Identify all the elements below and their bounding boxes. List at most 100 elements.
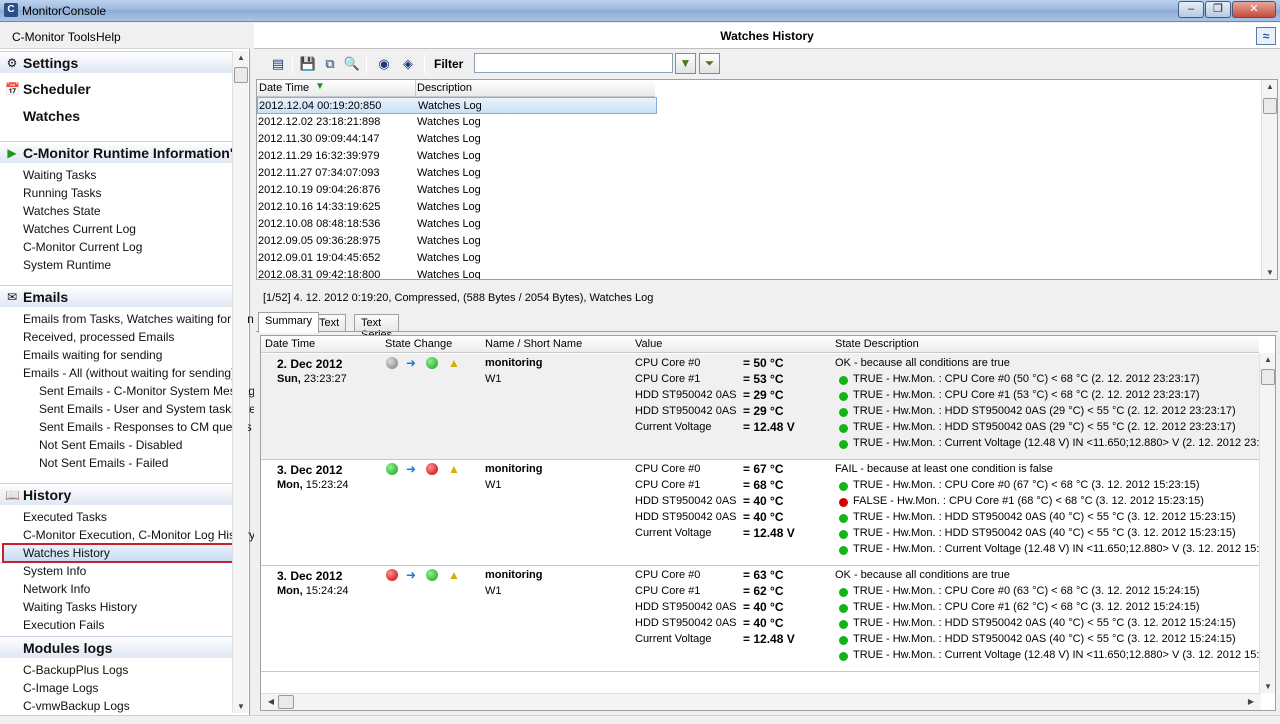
log-row[interactable]: 2012.10.19 09:04:26:876 Watches Log [257, 182, 657, 199]
scroll-right-arrow-icon[interactable]: ▶ [1243, 697, 1259, 706]
nav-sent-system-message[interactable]: Sent Emails - C-Monitor System Message [39, 384, 262, 398]
log-row[interactable]: 2012.11.30 09:09:44:147 Watches Log [257, 131, 657, 148]
nav-received-emails[interactable]: Received, processed Emails [23, 330, 174, 344]
nav-emails-all[interactable]: Emails - All (without waiting for sendin… [23, 366, 235, 380]
close-button[interactable]: ✕ [1232, 1, 1276, 18]
nav-watches-history[interactable]: Watches History [23, 546, 110, 560]
column-date-time[interactable]: Date Time [259, 82, 309, 94]
preview-icon[interactable]: 🔍 [342, 54, 362, 74]
minimize-button[interactable]: – [1178, 1, 1204, 18]
nav-running-tasks[interactable]: Running Tasks [23, 186, 102, 200]
summary-record[interactable]: 3. Dec 2012 Mon, 15:23:24 ➜ ▲ monitoring… [261, 460, 1266, 566]
condition-green-dot-icon [839, 440, 848, 449]
section-history[interactable]: 📖 History [0, 483, 232, 505]
scrollbar-thumb[interactable] [278, 695, 294, 709]
nav-watches-state[interactable]: Watches State [23, 204, 101, 218]
log-row[interactable]: 2012.10.16 14:33:19:625 Watches Log [257, 199, 657, 216]
log-row[interactable]: 2012.12.04 00:19:20:850 Watches Log [257, 97, 657, 114]
summary-horizontal-scrollbar[interactable]: ◀ ▶ [261, 693, 1261, 710]
nav-c-image-logs[interactable]: C-Image Logs [23, 681, 98, 695]
state-change-icons: ➜ ▲ [386, 569, 466, 583]
nav-system-runtime[interactable]: System Runtime [23, 258, 111, 272]
tab-text-series[interactable]: Text Series [354, 314, 400, 341]
column-state-description[interactable]: State Description [835, 338, 919, 350]
log-row[interactable]: 2012.10.08 08:48:18:536 Watches Log [257, 216, 657, 233]
value-label: HDD ST950042 0AS [635, 405, 737, 417]
nav-watches-current-log[interactable]: Watches Current Log [23, 222, 136, 236]
nav-sent-user-tasks[interactable]: Sent Emails - User and System tasks Res [39, 402, 262, 416]
scrollbar-thumb[interactable] [1263, 98, 1277, 114]
scrollbar-thumb[interactable] [234, 67, 248, 83]
watch-name: monitoring [485, 357, 543, 369]
nav-not-sent-disabled[interactable]: Not Sent Emails - Disabled [39, 438, 182, 452]
log-row[interactable]: 2012.09.01 19:04:45:652 Watches Log [257, 250, 657, 267]
find-icon[interactable]: ◉ [374, 54, 394, 74]
menu-help[interactable]: Help [96, 30, 121, 44]
copy-icon[interactable]: ⧉ [320, 54, 340, 74]
tab-summary[interactable]: Summary [258, 312, 320, 333]
column-value[interactable]: Value [635, 338, 662, 350]
watch-short-name: W1 [485, 479, 502, 491]
value-label: Current Voltage [635, 527, 712, 539]
column-description[interactable]: Description [417, 82, 472, 94]
condition-text: TRUE - Hw.Mon. : HDD ST950042 0AS (40 °C… [853, 527, 1236, 539]
nav-execution-fails[interactable]: Execution Fails [23, 618, 104, 632]
log-row[interactable]: 2012.08.31 09:42:18:800 Watches Log [257, 267, 657, 279]
report-icon[interactable]: ▤ [268, 54, 288, 74]
maximize-button[interactable]: ❐ [1205, 1, 1231, 18]
find-next-icon[interactable]: ◈ [398, 54, 418, 74]
log-row[interactable]: 2012.11.27 07:34:07:093 Watches Log [257, 165, 657, 182]
value-reading: = 53 °C [743, 372, 784, 386]
summary-record[interactable]: 2. Dec 2012 Sun, 23:23:27 ➜ ▲ monitoring… [261, 354, 1266, 460]
scroll-left-arrow-icon[interactable]: ◀ [263, 697, 279, 706]
section-watches[interactable]: Watches [0, 105, 232, 127]
log-list-scrollbar[interactable]: ▲ ▼ [1261, 80, 1277, 279]
condition-text: TRUE - Hw.Mon. : CPU Core #1 (62 °C) < 6… [853, 601, 1200, 613]
scrollbar-thumb[interactable] [1261, 369, 1275, 385]
nav-c-backupplus-logs[interactable]: C-BackupPlus Logs [23, 663, 128, 677]
log-row[interactable]: 2012.12.02 23:18:21:898 Watches Log [257, 114, 657, 131]
nav-c-vmwbackup-logs[interactable]: C-vmwBackup Logs [23, 699, 130, 713]
arrow-right-icon: ➜ [406, 462, 417, 476]
summary-record[interactable]: 3. Dec 2012 Mon, 15:24:24 ➜ ▲ monitoring… [261, 566, 1266, 672]
scroll-up-arrow-icon[interactable]: ▲ [233, 53, 249, 62]
scroll-down-arrow-icon[interactable]: ▼ [1262, 268, 1278, 277]
column-state-change[interactable]: State Change [385, 338, 452, 350]
menu-c-monitor-tools[interactable]: C-Monitor Tools [12, 30, 96, 44]
section-settings[interactable]: ⚙ Settings [0, 51, 232, 73]
log-row[interactable]: 2012.09.05 09:36:28:975 Watches Log [257, 233, 657, 250]
condition-text: TRUE - Hw.Mon. : Current Voltage (12.48 … [853, 437, 1266, 449]
scroll-up-arrow-icon[interactable]: ▲ [1260, 355, 1275, 364]
filter-input[interactable] [474, 53, 673, 73]
nav-executed-tasks[interactable]: Executed Tasks [23, 510, 107, 524]
scroll-up-arrow-icon[interactable]: ▲ [1262, 82, 1278, 91]
nav-c-monitor-current-log[interactable]: C-Monitor Current Log [23, 240, 142, 254]
nav-waiting-tasks-history[interactable]: Waiting Tasks History [23, 600, 137, 614]
filter-icon[interactable]: ▼ [675, 53, 696, 74]
save-icon[interactable]: 💾 [298, 54, 318, 74]
nav-waiting-tasks[interactable]: Waiting Tasks [23, 168, 96, 182]
nav-emails-from-tasks[interactable]: Emails from Tasks, Watches waiting for s… [23, 312, 260, 326]
toolbar-separator [424, 54, 425, 74]
value-reading: = 12.48 V [743, 632, 795, 646]
section-modules-logs[interactable]: Modules logs [0, 636, 232, 658]
nav-emails-waiting[interactable]: Emails waiting for sending [23, 348, 162, 362]
clear-filter-icon[interactable]: ⏷ [699, 53, 720, 74]
column-date-time[interactable]: Date Time [265, 338, 315, 350]
scroll-down-arrow-icon[interactable]: ▼ [1260, 682, 1275, 691]
state-red-dot-icon [426, 463, 438, 475]
state-green-dot-icon [386, 463, 398, 475]
nav-not-sent-failed[interactable]: Not Sent Emails - Failed [39, 456, 168, 470]
column-name[interactable]: Name / Short Name [485, 338, 582, 350]
scroll-down-arrow-icon[interactable]: ▼ [233, 702, 249, 711]
summary-vertical-scrollbar[interactable]: ▲ ▼ [1259, 353, 1275, 693]
section-runtime-information[interactable]: ▶ C-Monitor Runtime Information' [0, 141, 233, 163]
nav-system-info[interactable]: System Info [23, 564, 86, 578]
section-emails[interactable]: ✉ Emails [0, 285, 232, 307]
log-row[interactable]: 2012.11.29 16:32:39:979 Watches Log [257, 148, 657, 165]
nav-execution-log-history[interactable]: C-Monitor Execution, C-Monitor Log Histo… [23, 528, 255, 542]
sidebar-scrollbar[interactable]: ▲ ▼ [232, 51, 248, 713]
nav-sent-responses[interactable]: Sent Emails - Responses to CM queries [39, 420, 252, 434]
nav-network-info[interactable]: Network Info [23, 582, 90, 596]
section-scheduler[interactable]: 📅 Scheduler [0, 78, 232, 100]
